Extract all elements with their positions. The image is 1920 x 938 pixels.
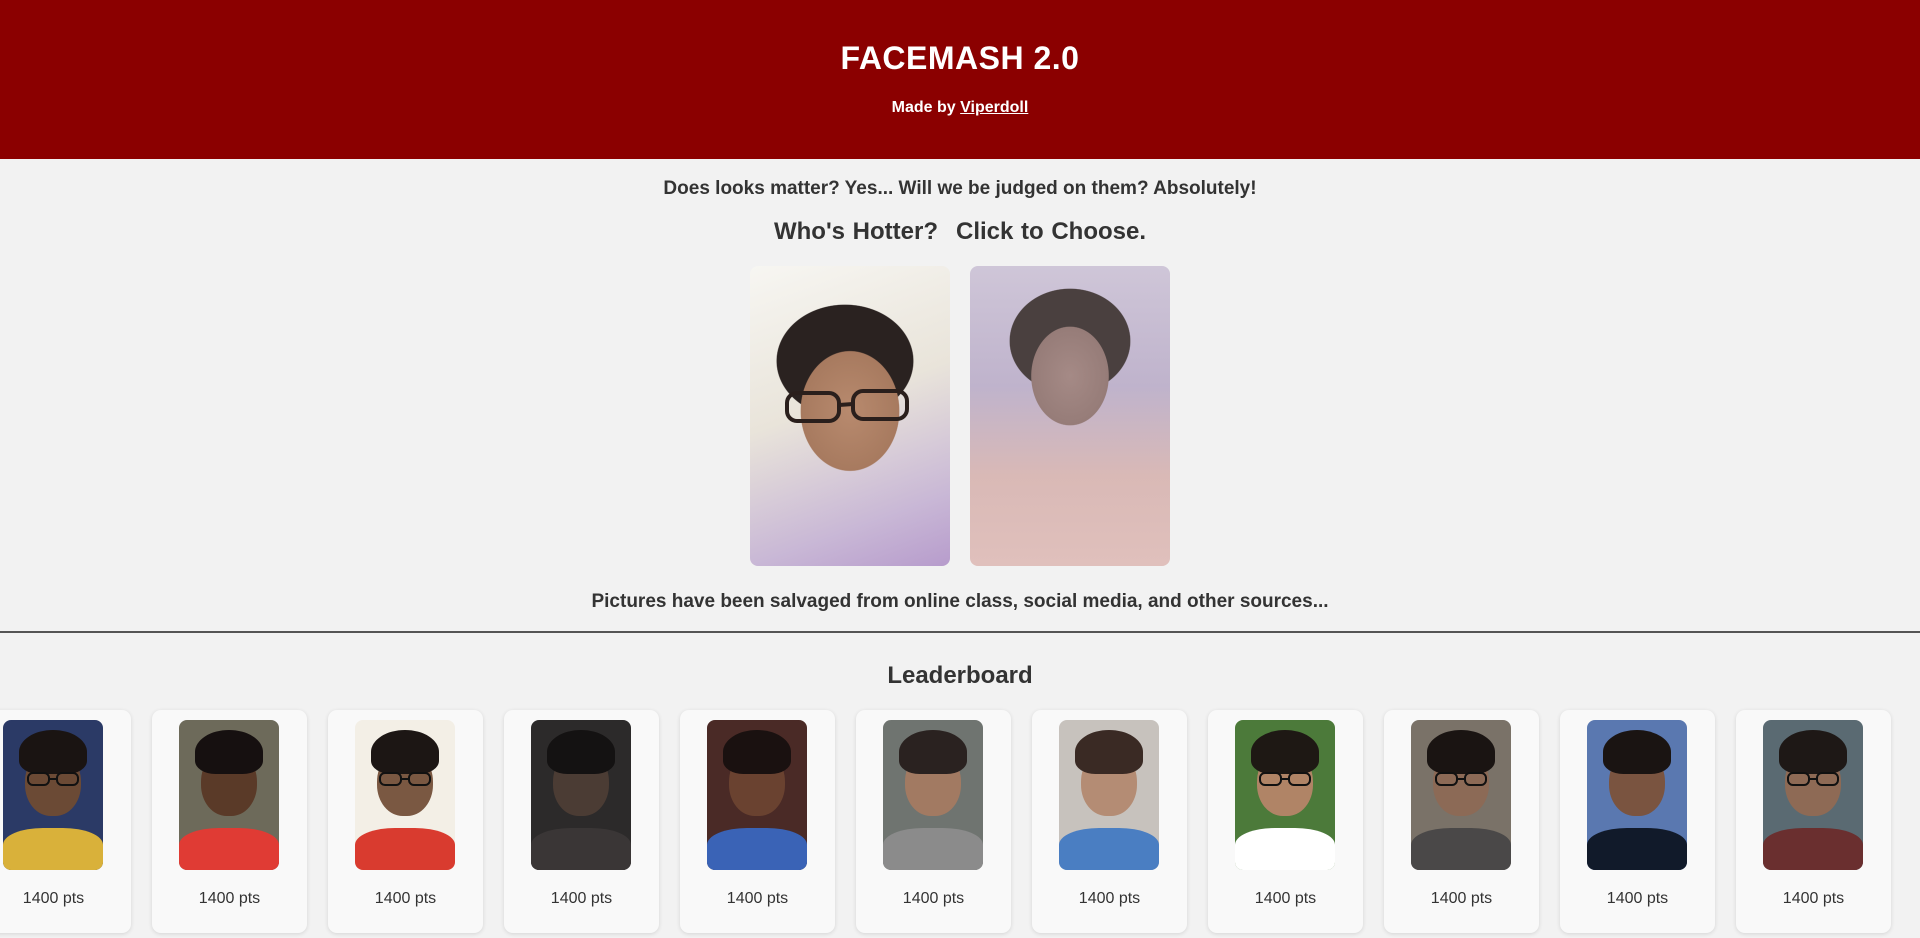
tagline: Does looks matter? Yes... Will we be jud… xyxy=(663,178,1257,199)
site-title: FACEMASH 2.0 xyxy=(840,40,1080,76)
leaderboard-photo xyxy=(883,720,983,870)
credit-line: Made by Viperdoll xyxy=(0,99,1920,117)
leaderboard-photo xyxy=(3,720,103,870)
vote-prompt: Who's Hotter? Click to Choose. xyxy=(0,218,1920,246)
leaderboard-card: 1400 pts xyxy=(680,710,835,933)
leaderboard-photo xyxy=(179,720,279,870)
leaderboard-card: 1400 pts xyxy=(504,710,659,933)
choice-photo-right[interactable] xyxy=(970,266,1170,566)
site-header: FACEMASH 2.0 Made by Viperdoll xyxy=(0,0,1920,159)
leaderboard-card: 1400 pts xyxy=(1736,710,1891,933)
leaderboard-photo xyxy=(1235,720,1335,870)
leaderboard-photo xyxy=(1587,720,1687,870)
leaderboard-photo xyxy=(707,720,807,870)
leaderboard-score: 1400 pts xyxy=(1430,890,1493,907)
leaderboard-card: 1400 pts xyxy=(152,710,307,933)
leaderboard-score: 1400 pts xyxy=(1254,890,1317,907)
leaderboard-score: 1400 pts xyxy=(1606,890,1669,907)
leaderboard-score: 1400 pts xyxy=(198,890,261,907)
leaderboard-photo xyxy=(531,720,631,870)
leaderboard-photo xyxy=(1763,720,1863,870)
prompt-question: Who's Hotter? xyxy=(773,218,938,245)
leaderboard-card: 1400 pts xyxy=(1032,710,1187,933)
leaderboard-photo xyxy=(355,720,455,870)
prompt-action: Click to Choose. xyxy=(956,218,1147,245)
leaderboard-photo xyxy=(1411,720,1511,870)
leaderboard-photo xyxy=(1059,720,1159,870)
leaderboard-card: 1400 pts xyxy=(856,710,1011,933)
leaderboard-score: 1400 pts xyxy=(550,890,613,907)
credit-prefix: Made by xyxy=(891,99,956,116)
leaderboard-score: 1400 pts xyxy=(726,890,789,907)
section-divider xyxy=(0,631,1920,633)
leaderboard-card: 1400 pts xyxy=(1384,710,1539,933)
leaderboard-score: 1400 pts xyxy=(374,890,437,907)
leaderboard-score: 1400 pts xyxy=(902,890,965,907)
leaderboard-title: Leaderboard xyxy=(887,662,1033,689)
leaderboard-score: 1400 pts xyxy=(22,890,85,907)
source-note: Pictures have been salvaged from online … xyxy=(591,591,1329,612)
leaderboard-card: 1400 pts xyxy=(328,710,483,933)
leaderboard-score: 1400 pts xyxy=(1078,890,1141,907)
leaderboard-card: 1400 pts xyxy=(1208,710,1363,933)
choice-photo-left[interactable] xyxy=(750,266,950,566)
leaderboard-score: 1400 pts xyxy=(1782,890,1845,907)
author-link[interactable]: Viperdoll xyxy=(960,99,1028,116)
leaderboard-card: 1400 pts xyxy=(0,710,131,933)
leaderboard-card: 1400 pts xyxy=(1560,710,1715,933)
glasses-graphic xyxy=(785,389,909,423)
